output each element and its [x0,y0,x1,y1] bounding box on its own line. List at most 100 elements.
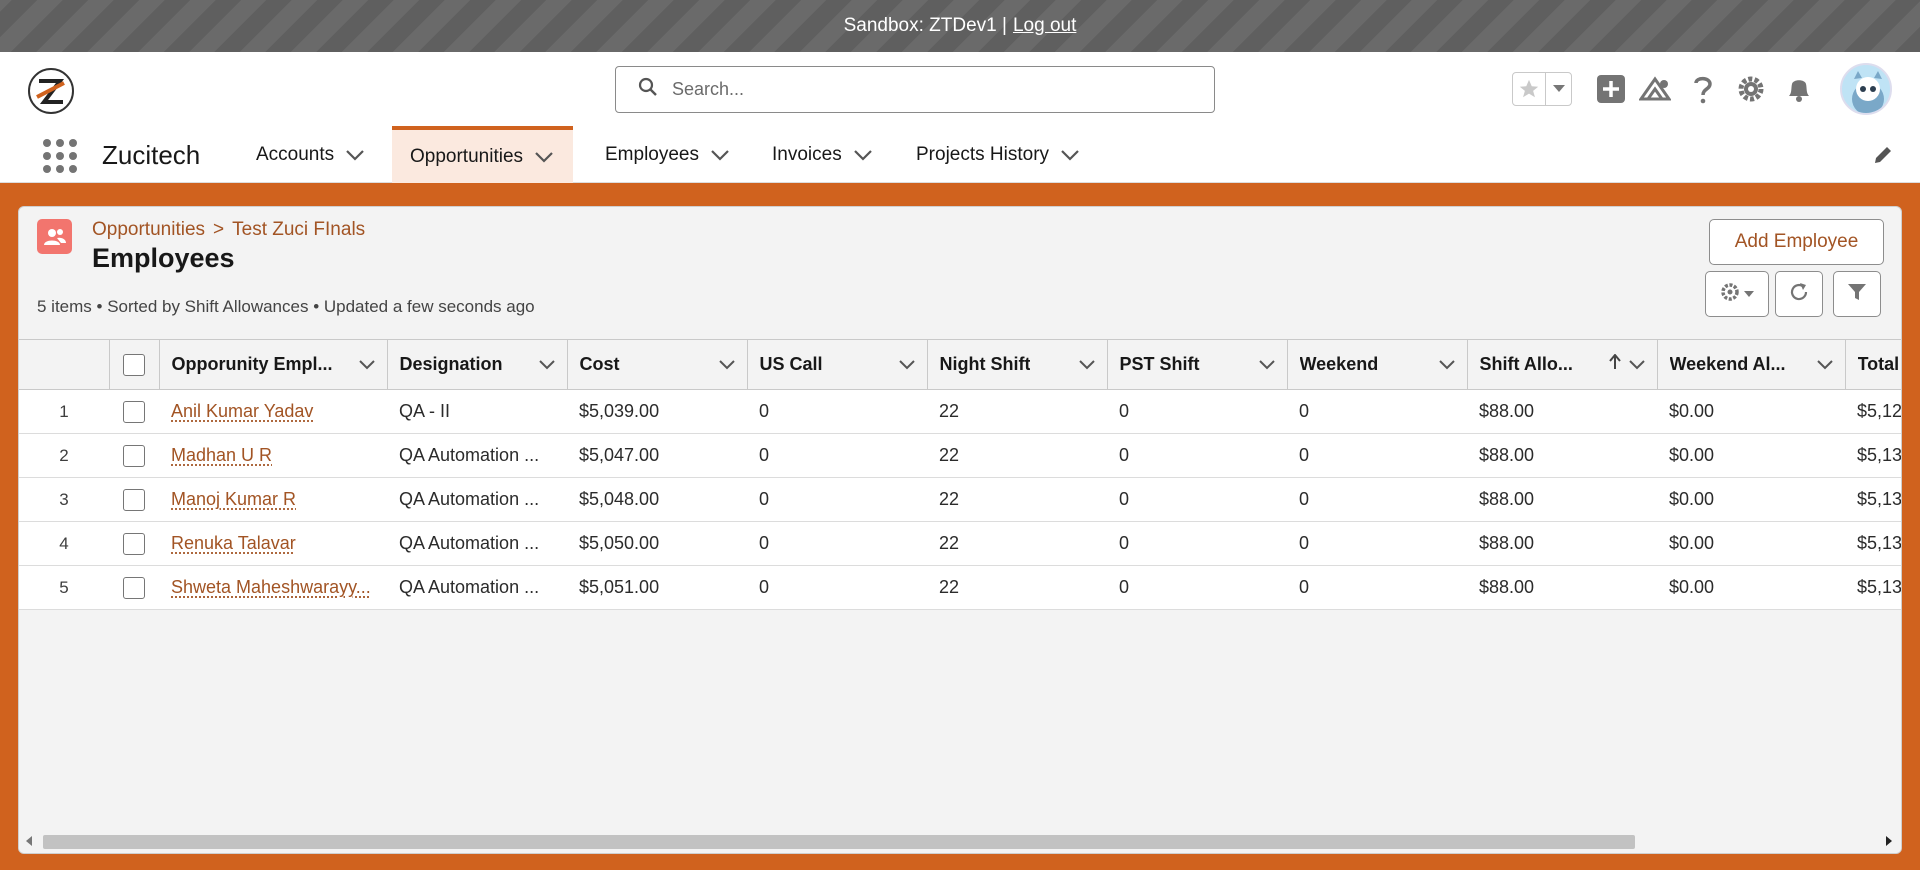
add-employee-button[interactable]: Add Employee [1709,219,1884,265]
column-header-shift-allowances[interactable]: Shift Allo... [1467,339,1658,390]
chevron-down-icon[interactable] [535,147,555,167]
weekend-allowance-cell: $0.00 [1657,389,1845,434]
chevron-down-icon[interactable] [1816,354,1833,375]
setup-gear-icon[interactable] [1734,72,1768,106]
column-header-employee[interactable]: Opporunity Empl... [159,339,388,390]
column-header-pst-shift[interactable]: PST Shift [1107,339,1288,390]
row-checkbox[interactable] [123,400,145,423]
night-shift-cell: 22 [927,389,1107,434]
scroll-right-arrow-icon[interactable] [1883,834,1895,848]
favorites-group [1512,72,1572,106]
tab-accounts[interactable]: Accounts [238,126,384,183]
list-settings-button[interactable] [1705,271,1769,317]
scrollbar-thumb[interactable] [43,835,1635,849]
employee-object-icon [37,219,72,254]
table-header-row: Opporunity Empl... Designation Cost US C… [19,339,1901,390]
column-header-us-call[interactable]: US Call [747,339,928,390]
shift-allowance-cell: $88.00 [1467,433,1657,478]
column-header-designation[interactable]: Designation [387,339,568,390]
night-shift-cell: 22 [927,433,1107,478]
chevron-down-icon[interactable] [1628,354,1645,375]
tab-label: Accounts [256,143,335,165]
column-header-weekend-allowances[interactable]: Weekend Al... [1657,339,1846,390]
employee-name-link[interactable]: Renuka Talavar [159,521,387,566]
row-checkbox[interactable] [123,444,145,467]
column-label: PST Shift [1119,354,1200,374]
chevron-down-icon[interactable] [718,354,735,375]
weekend-cell: 0 [1287,389,1467,434]
company-logo[interactable] [26,66,76,116]
tab-projects-history[interactable]: Projects History [898,126,1099,183]
row-select-cell [109,477,159,522]
breadcrumb-record-link[interactable]: Test Zuci FInals [232,219,365,241]
sandbox-banner: Sandbox: ZTDev1 | Log out [0,0,1920,52]
chevron-down-icon[interactable] [1061,145,1081,165]
logout-link[interactable]: Log out [1013,15,1076,37]
global-search[interactable] [615,66,1215,113]
cost-cell: $5,048.00 [567,477,747,522]
tab-opportunities[interactable]: Opportunities [392,126,574,183]
pst-shift-cell: 0 [1107,477,1287,522]
horizontal-scrollbar[interactable] [19,829,1901,853]
chevron-down-icon[interactable] [898,354,915,375]
user-avatar[interactable] [1840,63,1892,115]
breadcrumb-parent-link[interactable]: Opportunities [92,219,205,241]
chevron-down-icon[interactable] [346,145,366,165]
chevron-down-icon[interactable] [1258,354,1275,375]
employee-name-link[interactable]: Anil Kumar Yadav [159,389,387,434]
app-navigation: Zucitech Accounts Opportunities Employee… [0,126,1920,183]
add-icon[interactable] [1594,72,1628,106]
tab-employees[interactable]: Employees [587,126,749,183]
column-header-total[interactable]: Total [1845,339,1901,390]
chevron-down-icon[interactable] [1546,73,1571,105]
column-header-night-shift[interactable]: Night Shift [927,339,1108,390]
refresh-icon [1788,281,1810,308]
total-cell: $5,139 [1845,565,1901,610]
select-all-checkbox[interactable] [123,353,145,376]
row-number: 4 [19,521,109,566]
table-row: 1 Anil Kumar Yadav QA - II $5,039.00 0 2… [19,389,1901,434]
filter-button[interactable] [1833,271,1881,317]
column-label: Weekend [1299,354,1379,374]
notification-bell-icon[interactable] [1782,72,1816,106]
weekend-cell: 0 [1287,477,1467,522]
table-row: 3 Manoj Kumar R QA Automation ... $5,048… [19,477,1901,522]
weekend-cell: 0 [1287,565,1467,610]
tab-label: Invoices [772,143,842,165]
row-checkbox[interactable] [123,576,145,599]
employee-name-link[interactable]: Madhan U R [159,433,387,478]
column-header-cost[interactable]: Cost [567,339,748,390]
chevron-down-icon[interactable] [1078,354,1095,375]
designation-cell: QA Automation ... [387,433,567,478]
help-icon[interactable] [1686,72,1720,106]
designation-cell: QA Automation ... [387,565,567,610]
edit-nav-pencil-icon[interactable] [1872,144,1896,168]
chevron-down-icon[interactable] [1438,354,1455,375]
employee-name-link[interactable]: Manoj Kumar R [159,477,387,522]
employees-table: Opporunity Empl... Designation Cost US C… [19,339,1901,610]
cost-cell: $5,050.00 [567,521,747,566]
shift-allowance-cell: $88.00 [1467,477,1657,522]
us-call-cell: 0 [747,565,927,610]
night-shift-cell: 22 [927,565,1107,610]
employees-table-container[interactable]: Opporunity Empl... Designation Cost US C… [19,339,1901,829]
employee-name-link[interactable]: Shweta Maheshwarayy... [159,565,387,610]
tab-invoices[interactable]: Invoices [754,126,892,183]
row-number-header [19,339,110,390]
search-input[interactable] [672,79,1172,100]
trailhead-icon[interactable] [1638,72,1672,106]
refresh-button[interactable] [1775,271,1823,317]
chevron-down-icon[interactable] [711,145,731,165]
chevron-down-icon[interactable] [853,145,874,165]
scroll-left-arrow-icon[interactable] [23,834,35,848]
chevron-down-icon[interactable] [538,354,555,375]
column-header-weekend[interactable]: Weekend [1287,339,1468,390]
chevron-down-icon[interactable] [358,354,375,375]
breadcrumb-separator: > [213,219,225,240]
designation-cell: QA Automation ... [387,521,567,566]
star-icon[interactable] [1513,73,1547,105]
app-launcher-icon[interactable] [42,138,78,174]
weekend-cell: 0 [1287,433,1467,478]
row-checkbox[interactable] [123,532,145,555]
row-checkbox[interactable] [123,488,145,511]
